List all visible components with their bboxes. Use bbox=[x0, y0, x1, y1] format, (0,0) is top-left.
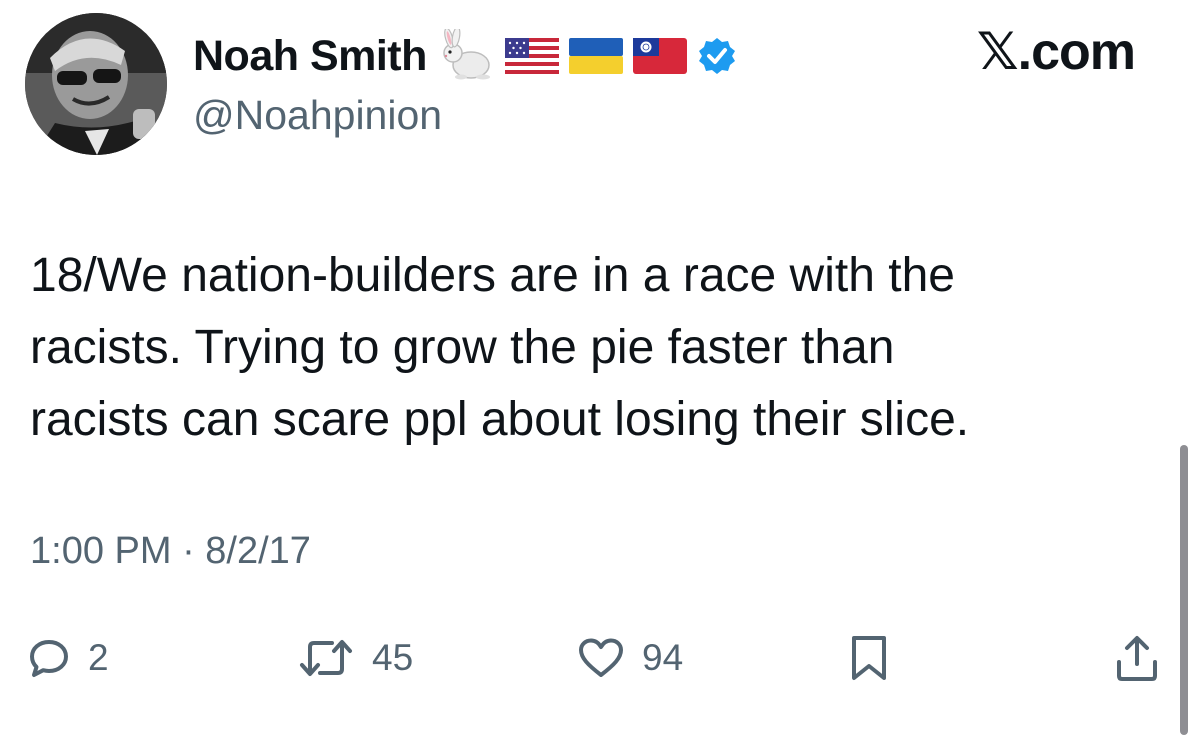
repost-icon bbox=[300, 640, 352, 676]
share-button[interactable] bbox=[1115, 628, 1159, 688]
avatar-image bbox=[25, 13, 167, 155]
bookmark-icon bbox=[852, 636, 886, 680]
share-icon bbox=[1117, 636, 1157, 681]
repost-button[interactable]: 45 bbox=[298, 628, 413, 688]
scrollbar[interactable] bbox=[1180, 445, 1188, 735]
like-icon bbox=[579, 638, 623, 677]
bookmark-button[interactable] bbox=[849, 628, 889, 688]
author-handle[interactable]: @Noahpinion bbox=[193, 92, 442, 139]
us-flag-emoji bbox=[504, 38, 559, 74]
author-name-row: Noah Smith bbox=[193, 26, 737, 86]
author-display-name[interactable]: Noah Smith bbox=[193, 32, 427, 81]
tweet-text: 18/We nation-builders are in a race with… bbox=[30, 240, 1150, 456]
verified-badge-icon[interactable] bbox=[697, 36, 737, 76]
reply-button[interactable]: 2 bbox=[28, 628, 109, 688]
avatar[interactable] bbox=[25, 13, 167, 155]
taiwan-flag-emoji bbox=[632, 38, 687, 74]
tweet-text-line: racists can scare ppl about losing their… bbox=[30, 393, 970, 446]
tweet-text-line: racists. Trying to grow the pie faster t… bbox=[30, 321, 895, 374]
tweet-timestamp[interactable]: 1:00 PM · 8/2/17 bbox=[30, 530, 311, 573]
tweet-text-line: 18/We nation-builders are in a race with… bbox=[30, 249, 955, 302]
reply-count: 2 bbox=[88, 637, 109, 678]
repost-count: 45 bbox=[372, 637, 414, 678]
rabbit-emoji bbox=[437, 29, 495, 83]
ukraine-flag-emoji bbox=[568, 38, 623, 74]
reply-icon bbox=[30, 640, 68, 677]
site-brand: 𝕏.com bbox=[976, 23, 1136, 81]
like-count: 94 bbox=[642, 637, 684, 678]
like-button[interactable]: 94 bbox=[578, 628, 683, 688]
